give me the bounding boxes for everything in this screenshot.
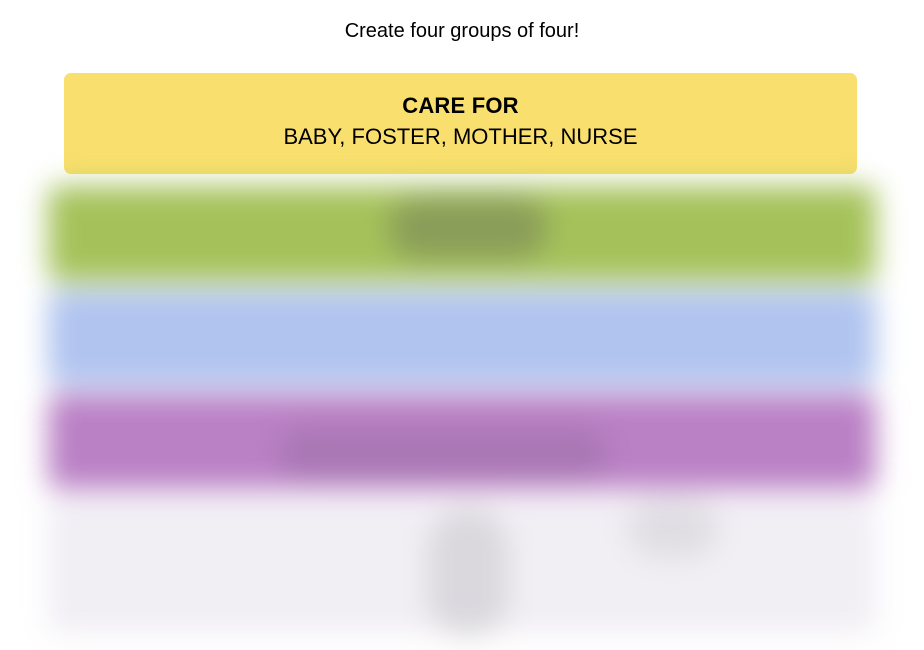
- solved-group-care-for: CARE FOR BABY, FOSTER, MOTHER, NURSE: [64, 73, 857, 174]
- blurred-row-blue: [48, 290, 876, 385]
- blurred-shadow: [278, 428, 608, 478]
- instructions-text: Create four groups of four!: [344, 20, 580, 42]
- solved-group-members: BABY, FOSTER, MOTHER, NURSE: [283, 124, 638, 149]
- blurred-shadow: [628, 498, 718, 558]
- solved-group-title: CARE FOR: [402, 93, 519, 118]
- blurred-shadow: [428, 508, 508, 638]
- blurred-shadow: [388, 198, 548, 258]
- blurred-game-board: [28, 178, 896, 640]
